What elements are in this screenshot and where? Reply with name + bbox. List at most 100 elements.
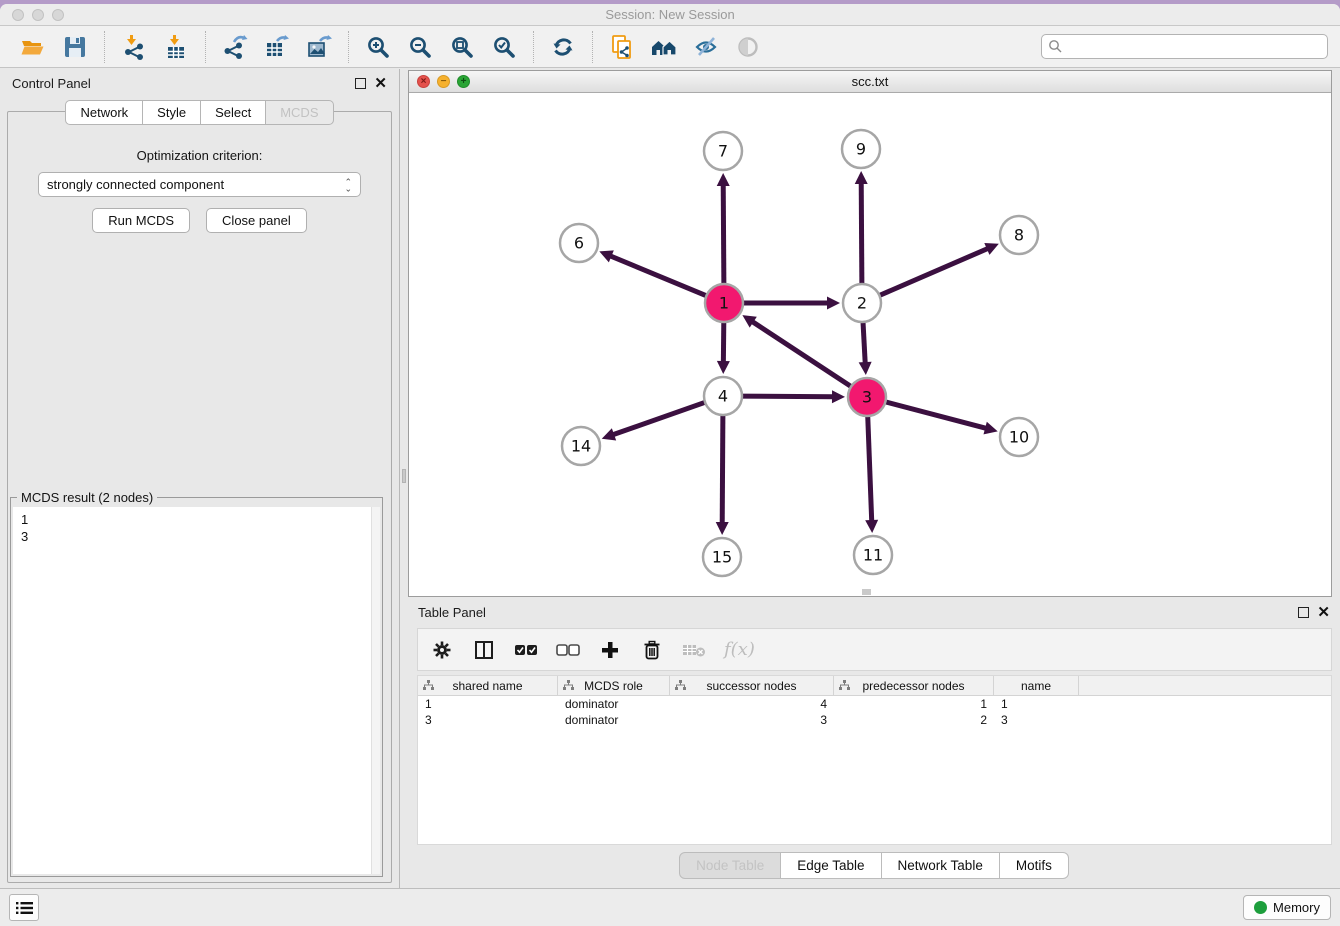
- column-header-predecessor-nodes[interactable]: predecessor nodes: [834, 676, 994, 695]
- graph-node-10[interactable]: 10: [1000, 418, 1038, 456]
- cell-shared-name[interactable]: 1: [418, 696, 558, 712]
- function-builder-button[interactable]: f(x): [724, 639, 755, 660]
- show-all-networks-button[interactable]: [649, 32, 679, 62]
- export-image-button[interactable]: [304, 32, 334, 62]
- task-history-button[interactable]: [9, 894, 39, 921]
- toolbar-separator: [533, 31, 534, 63]
- panel-splitter[interactable]: [400, 69, 408, 888]
- cell-name[interactable]: 3: [994, 712, 1079, 728]
- select-all-columns-button[interactable]: [514, 638, 538, 662]
- column-header-shared-name[interactable]: shared name: [418, 676, 558, 695]
- zoom-fit-button[interactable]: [447, 32, 477, 62]
- graph-edge-arrowhead: [983, 422, 997, 435]
- graph-edge-3-11[interactable]: [868, 413, 872, 522]
- tab-network[interactable]: Network: [65, 100, 143, 125]
- copy-network-button[interactable]: [607, 32, 637, 62]
- graph-edge-3-1[interactable]: [752, 321, 854, 388]
- run-mcds-button[interactable]: Run MCDS: [92, 208, 190, 233]
- graph-edge-2-9[interactable]: [861, 182, 862, 287]
- zoom-selected-button[interactable]: [489, 32, 519, 62]
- cell-predecessor-nodes[interactable]: 2: [834, 712, 994, 728]
- network-close-button[interactable]: ×: [417, 75, 430, 88]
- export-network-button[interactable]: [220, 32, 250, 62]
- table-settings-button[interactable]: [430, 638, 454, 662]
- graph-node-2[interactable]: 2: [843, 284, 881, 322]
- criterion-select[interactable]: strongly connected component ⌃⌃: [38, 172, 361, 197]
- delete-table-button[interactable]: [682, 638, 706, 662]
- close-panel-icon[interactable]: ✕: [374, 78, 387, 89]
- tab-style[interactable]: Style: [143, 100, 201, 125]
- cell-mcds-role[interactable]: dominator: [558, 712, 670, 728]
- column-header-successor-nodes[interactable]: successor nodes: [670, 676, 834, 695]
- graph-node-9[interactable]: 9: [842, 130, 880, 168]
- zoom-out-button[interactable]: [405, 32, 435, 62]
- memory-button[interactable]: Memory: [1243, 895, 1331, 920]
- cell-successor-nodes[interactable]: 4: [670, 696, 834, 712]
- graph-edge-1-7[interactable]: [723, 184, 724, 287]
- canvas-hscroll-thumb[interactable]: [862, 589, 871, 595]
- table-row[interactable]: 3 dominator 3 2 3: [418, 712, 1331, 728]
- network-canvas[interactable]: 1 2 3 4 6 7 8 9 10 11 14 15: [409, 93, 1331, 596]
- column-header-mcds-role[interactable]: MCDS role: [558, 676, 670, 695]
- graph-node-15[interactable]: 15: [703, 538, 741, 576]
- zoom-window-button[interactable]: [52, 9, 64, 21]
- tab-edge-table[interactable]: Edge Table: [781, 852, 881, 879]
- delete-column-button[interactable]: [640, 638, 664, 662]
- close-table-panel-icon[interactable]: ✕: [1317, 607, 1330, 618]
- graph-edge-4-15[interactable]: [722, 412, 723, 524]
- hide-style-button[interactable]: [691, 32, 721, 62]
- create-column-button[interactable]: [598, 638, 622, 662]
- export-table-button[interactable]: [262, 32, 292, 62]
- graph-edge-4-3[interactable]: [739, 396, 834, 397]
- import-network-button[interactable]: [119, 32, 149, 62]
- tab-select[interactable]: Select: [201, 100, 266, 125]
- tab-motifs[interactable]: Motifs: [1000, 852, 1069, 879]
- graph-node-11[interactable]: 11: [854, 536, 892, 574]
- splitter-grip-icon[interactable]: [402, 469, 406, 483]
- cell-mcds-role[interactable]: dominator: [558, 696, 670, 712]
- mcds-result-text[interactable]: 1 3: [13, 507, 380, 874]
- graph-node-8[interactable]: 8: [1000, 216, 1038, 254]
- tab-network-table[interactable]: Network Table: [882, 852, 1000, 879]
- cell-name[interactable]: 1: [994, 696, 1079, 712]
- criterion-value: strongly connected component: [47, 177, 224, 192]
- float-panel-icon[interactable]: [355, 78, 366, 89]
- network-window-titlebar[interactable]: × − + scc.txt: [409, 71, 1331, 93]
- cell-successor-nodes[interactable]: 3: [670, 712, 834, 728]
- graph-edge-4-14[interactable]: [612, 401, 708, 435]
- graph-node-1[interactable]: 1: [705, 284, 743, 322]
- graph-edge-1-6[interactable]: [609, 256, 709, 297]
- graph-node-7[interactable]: 7: [704, 132, 742, 170]
- import-network-icon: [121, 34, 147, 60]
- zoom-in-button[interactable]: [363, 32, 393, 62]
- refresh-view-button[interactable]: [548, 32, 578, 62]
- graph-node-6[interactable]: 6: [560, 224, 598, 262]
- tab-mcds[interactable]: MCDS: [266, 100, 333, 125]
- graph-node-14[interactable]: 14: [562, 427, 600, 465]
- close-panel-button[interactable]: Close panel: [206, 208, 307, 233]
- minimize-window-button[interactable]: [32, 9, 44, 21]
- graph-edge-2-8[interactable]: [877, 248, 989, 297]
- save-session-button[interactable]: [60, 32, 90, 62]
- search-input[interactable]: [1063, 39, 1321, 54]
- result-scrollbar[interactable]: [371, 507, 380, 874]
- cell-predecessor-nodes[interactable]: 1: [834, 696, 994, 712]
- table-row[interactable]: 1 dominator 4 1 1: [418, 696, 1331, 712]
- unselect-all-columns-button[interactable]: [556, 638, 580, 662]
- disabled-eye-button[interactable]: [733, 32, 763, 62]
- float-table-panel-icon[interactable]: [1298, 607, 1309, 618]
- close-window-button[interactable]: [12, 9, 24, 21]
- graph-node-4[interactable]: 4: [704, 377, 742, 415]
- column-header-name[interactable]: name: [994, 676, 1079, 695]
- import-table-button[interactable]: [161, 32, 191, 62]
- show-column-panel-button[interactable]: [472, 638, 496, 662]
- cell-shared-name[interactable]: 3: [418, 712, 558, 728]
- tab-node-table[interactable]: Node Table: [679, 852, 781, 879]
- graph-node-3[interactable]: 3: [848, 378, 886, 416]
- graph-edge-3-10[interactable]: [882, 401, 987, 429]
- graph-edge-2-3[interactable]: [863, 319, 865, 364]
- network-maximize-button[interactable]: +: [457, 75, 470, 88]
- search-field[interactable]: [1041, 34, 1328, 59]
- network-minimize-button[interactable]: −: [437, 75, 450, 88]
- open-file-button[interactable]: [18, 32, 48, 62]
